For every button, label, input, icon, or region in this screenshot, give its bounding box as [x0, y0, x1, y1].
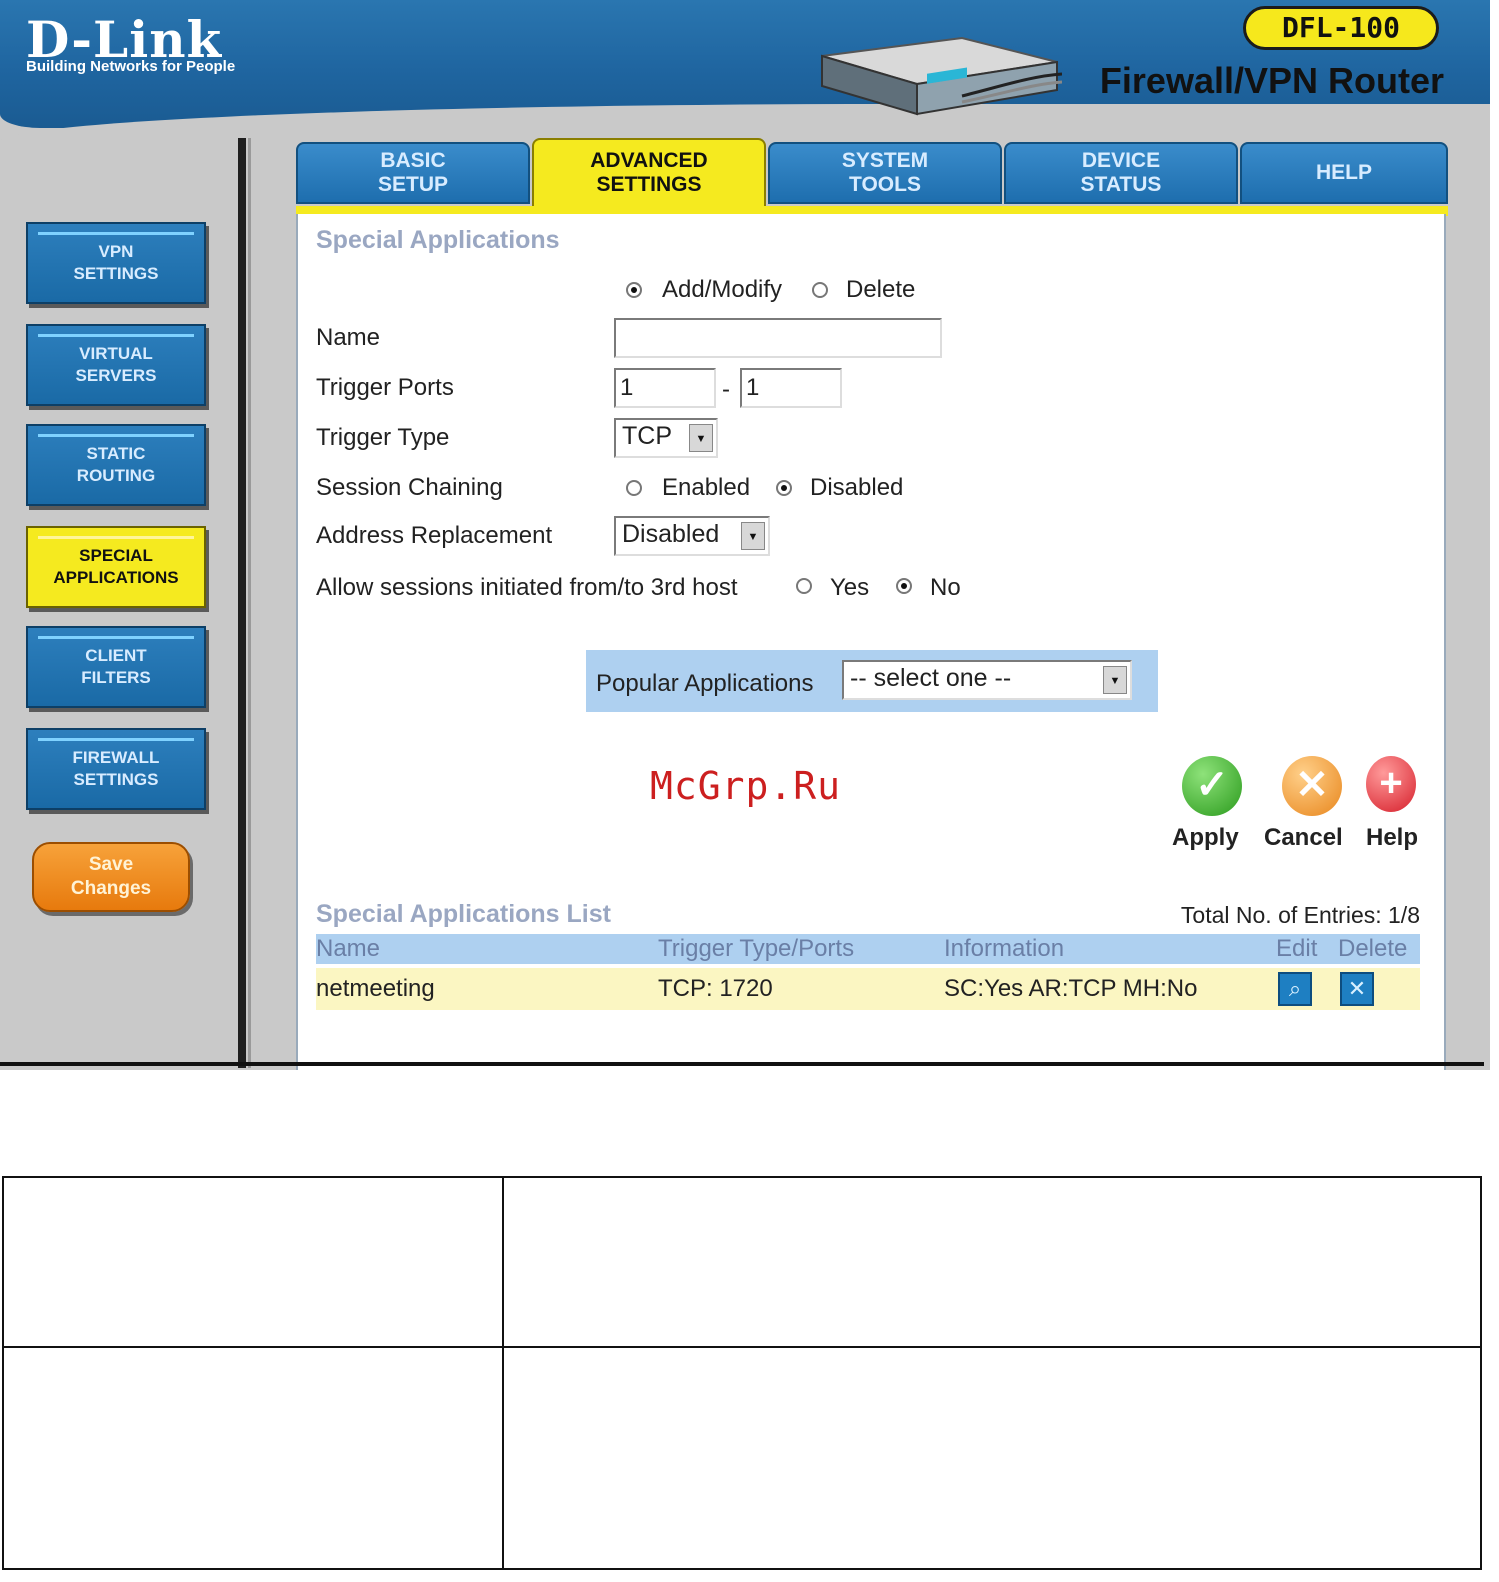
tab-help[interactable]: HELP [1240, 142, 1448, 204]
session-enabled-label: Enabled [662, 474, 751, 501]
address-replacement-value: Disabled [622, 520, 720, 548]
model-badge: DFL-100 [1243, 6, 1439, 50]
x-icon: ✕ [1295, 763, 1329, 807]
x-icon: ✕ [1347, 976, 1367, 1001]
table-row: netmeeting TCP: 1720 SC:Yes AR:TCP MH:No… [316, 968, 1420, 1010]
screenshot-bottom-border [0, 1062, 1484, 1066]
total-entries: Total No. of Entries: 1/8 [1180, 902, 1420, 928]
tab-advanced-settings[interactable]: ADVANCED SETTINGS [532, 138, 766, 208]
document-table [2, 1176, 1482, 1570]
list-header-row: Name Trigger Type/Ports Information Edit… [316, 934, 1420, 964]
session-chaining-label: Session Chaining [316, 474, 503, 501]
trigger-type-label: Trigger Type [316, 424, 450, 451]
check-icon: ✓ [1195, 763, 1229, 807]
third-host-no-radio[interactable] [896, 578, 912, 594]
popular-applications-select[interactable]: -- select one -- ▼ [842, 660, 1132, 700]
sidebar-item-firewall-settings[interactable]: FIREWALL SETTINGS [26, 728, 206, 810]
table-cell [502, 1346, 1482, 1570]
table-row [2, 1176, 1482, 1348]
delete-mode-radio[interactable] [812, 282, 828, 298]
third-host-no-label: No [930, 574, 961, 601]
product-title: Firewall/VPN Router [1099, 60, 1444, 101]
address-replacement-label: Address Replacement [316, 522, 553, 549]
brand-tagline: Building Networks for People [26, 58, 236, 75]
watermark-text: McGrp.Ru [650, 764, 842, 808]
cancel-label[interactable]: Cancel [1264, 824, 1343, 852]
help-label[interactable]: Help [1366, 824, 1418, 852]
nav-divider-shadow [248, 138, 251, 1068]
trigger-port-end-input[interactable] [740, 368, 842, 408]
apply-label[interactable]: Apply [1172, 824, 1239, 852]
add-modify-label: Add/Modify [662, 276, 783, 303]
tab-device-status[interactable]: DEVICE STATUS [1004, 142, 1238, 204]
main-tabs: BASIC SETUP ADVANCED SETTINGS SYSTEM TOO… [296, 138, 1448, 212]
delete-mode-label: Delete [846, 276, 916, 303]
third-host-yes-label: Yes [830, 574, 870, 601]
plus-icon: + [1379, 761, 1403, 805]
column-header-delete: Delete [1338, 935, 1408, 962]
sidebar-item-vpn-settings[interactable]: VPN SETTINGS [26, 222, 206, 304]
list-title: Special Applications List [316, 900, 611, 928]
tab-basic-setup[interactable]: BASIC SETUP [296, 142, 530, 204]
popular-applications-bar: Popular Applications -- select one -- ▼ [586, 650, 1158, 712]
trigger-port-start-input[interactable] [614, 368, 716, 408]
session-enabled-radio[interactable] [626, 480, 642, 496]
router-image [821, 36, 1062, 116]
sidebar-item-special-applications[interactable]: SPECIAL APPLICATIONS [26, 526, 206, 608]
trigger-ports-label: Trigger Ports [316, 374, 454, 401]
nav-divider [238, 138, 246, 1068]
sidebar-item-static-routing[interactable]: STATIC ROUTING [26, 424, 206, 506]
sidebar-item-virtual-servers[interactable]: VIRTUAL SERVERS [26, 324, 206, 406]
delete-button[interactable]: ✕ [1340, 972, 1374, 1006]
table-cell [502, 1176, 1482, 1348]
session-disabled-radio[interactable] [776, 480, 792, 496]
column-header-edit: Edit [1276, 935, 1318, 962]
table-cell [2, 1346, 504, 1570]
trigger-type-select[interactable]: TCP ▼ [614, 418, 718, 458]
magnifier-icon: ⌕ [1288, 976, 1302, 1001]
edit-button[interactable]: ⌕ [1278, 972, 1312, 1006]
column-header-name: Name [316, 935, 381, 962]
trigger-type-value: TCP [622, 422, 672, 450]
chevron-down-icon: ▼ [741, 522, 765, 550]
chevron-down-icon: ▼ [689, 424, 713, 452]
sidebar-item-client-filters[interactable]: CLIENT FILTERS [26, 626, 206, 708]
section-title: Special Applications [316, 226, 560, 254]
apply-button[interactable]: ✓ [1182, 756, 1242, 816]
popular-applications-value: -- select one -- [850, 664, 1012, 692]
table-row [2, 1346, 1482, 1570]
port-range-separator: - [722, 376, 730, 403]
help-button[interactable]: + [1366, 756, 1416, 812]
column-header-trigger: Trigger Type/Ports [658, 935, 855, 962]
router-admin-screenshot: D-Link Building Networks for People DFL-… [0, 0, 1490, 1070]
session-disabled-label: Disabled [810, 474, 904, 501]
row-trigger: TCP: 1720 [658, 975, 773, 1002]
cancel-button[interactable]: ✕ [1282, 756, 1342, 816]
row-name: netmeeting [316, 975, 435, 1002]
third-host-yes-radio[interactable] [796, 578, 812, 594]
chevron-down-icon: ▼ [1103, 666, 1127, 694]
save-changes-button[interactable]: Save Changes [32, 842, 190, 912]
table-cell [2, 1176, 504, 1348]
column-header-information: Information [944, 935, 1065, 962]
third-host-label: Allow sessions initiated from/to 3rd hos… [316, 574, 738, 601]
add-modify-radio[interactable] [626, 282, 642, 298]
name-label: Name [316, 324, 381, 351]
tab-system-tools[interactable]: SYSTEM TOOLS [768, 142, 1002, 204]
popular-applications-label: Popular Applications [596, 670, 814, 697]
row-information: SC:Yes AR:TCP MH:No [944, 975, 1198, 1002]
address-replacement-select[interactable]: Disabled ▼ [614, 516, 770, 556]
name-input[interactable] [614, 318, 942, 358]
